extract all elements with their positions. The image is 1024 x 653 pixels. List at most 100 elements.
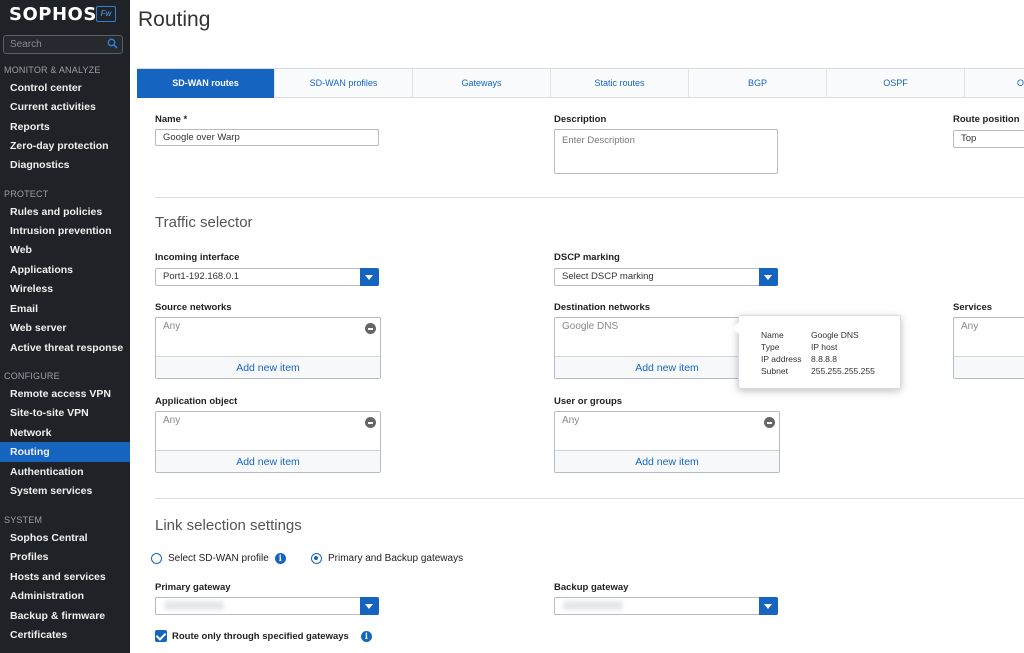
link-selection-heading: Link selection settings bbox=[155, 517, 302, 534]
redacted-value bbox=[563, 601, 623, 610]
sidebar-item-routing[interactable]: Routing bbox=[0, 442, 130, 462]
sidebar-item-web[interactable]: Web bbox=[0, 240, 130, 260]
firewall-badge: Fw bbox=[96, 6, 116, 22]
chevron-down-icon[interactable] bbox=[360, 597, 379, 615]
dscp-marking-select[interactable]: Select DSCP marking bbox=[554, 268, 778, 286]
checkbox-checked-icon[interactable] bbox=[155, 630, 167, 642]
description-textarea[interactable] bbox=[554, 129, 778, 174]
backup-gateway-select[interactable] bbox=[554, 597, 778, 615]
divider bbox=[155, 197, 1024, 198]
route-position-value: Top bbox=[961, 133, 977, 144]
add-source-network-button[interactable]: Add new item bbox=[156, 356, 380, 378]
list-item: Any bbox=[163, 321, 181, 332]
sidebar-item-profiles[interactable]: Profiles bbox=[0, 547, 130, 567]
user-or-groups-label: User or groups bbox=[554, 396, 623, 407]
dscp-marking-label: DSCP marking bbox=[554, 252, 620, 263]
sidebar-item-active-threat-response[interactable]: Active threat response bbox=[0, 338, 130, 358]
section-configure: CONFIGURE bbox=[4, 371, 60, 381]
chevron-down-icon[interactable] bbox=[759, 597, 778, 615]
redacted-value bbox=[164, 601, 224, 610]
application-object-list: Any Add new item bbox=[155, 411, 381, 473]
sidebar-item-certificates[interactable]: Certificates bbox=[0, 625, 130, 645]
radio-label: Primary and Backup gateways bbox=[328, 553, 464, 564]
radio-sd-wan-profile[interactable]: Select SD-WAN profile i bbox=[151, 553, 286, 564]
tab-ospf[interactable]: OSPF bbox=[827, 69, 965, 98]
list-item: Any bbox=[163, 415, 181, 426]
traffic-selector-heading: Traffic selector bbox=[155, 214, 253, 231]
incoming-interface-value: Port1-192.168.0.1 bbox=[163, 271, 240, 282]
description-label: Description bbox=[554, 114, 607, 125]
info-icon[interactable]: i bbox=[274, 553, 286, 564]
tab-gateways[interactable]: Gateways bbox=[413, 69, 551, 98]
add-application-object-button[interactable]: Add new item bbox=[156, 450, 380, 472]
search-box bbox=[3, 35, 123, 54]
incoming-interface-label: Incoming interface bbox=[155, 252, 240, 263]
tab-sd-wan-routes[interactable]: SD-WAN routes bbox=[137, 69, 275, 98]
sidebar-item-control-center[interactable]: Control center bbox=[0, 78, 130, 98]
page-title: Routing bbox=[138, 8, 211, 31]
chevron-down-icon[interactable] bbox=[360, 268, 379, 286]
sidebar-item-sophos-central[interactable]: Sophos Central bbox=[0, 528, 130, 548]
destination-tooltip: Name Google DNS Type IP host IP address … bbox=[732, 315, 901, 389]
sidebar-item-email[interactable]: Email bbox=[0, 299, 130, 319]
sidebar-item-site-to-site-vpn[interactable]: Site-to-site VPN bbox=[0, 403, 130, 423]
name-input[interactable] bbox=[155, 129, 379, 146]
application-object-label: Application object bbox=[155, 396, 238, 407]
sidebar-item-wireless[interactable]: Wireless bbox=[0, 279, 130, 299]
sidebar-item-network[interactable]: Network bbox=[0, 423, 130, 443]
section-protect: PROTECT bbox=[4, 189, 49, 199]
sidebar-item-current-activities[interactable]: Current activities bbox=[0, 97, 130, 117]
radio-circle[interactable] bbox=[311, 553, 322, 564]
radio-circle[interactable] bbox=[151, 553, 162, 564]
tab-static-routes[interactable]: Static routes bbox=[551, 69, 689, 98]
list-item: Any bbox=[961, 321, 979, 332]
add-user-or-group-button[interactable]: Add new item bbox=[555, 450, 779, 472]
sidebar-item-authentication[interactable]: Authentication bbox=[0, 462, 130, 482]
checkbox-label: Route only through specified gateways bbox=[172, 630, 349, 642]
sidebar-item-intrusion-prevention[interactable]: Intrusion prevention bbox=[0, 221, 130, 241]
sidebar-item-remote-access-vpn[interactable]: Remote access VPN bbox=[0, 384, 130, 404]
incoming-interface-select[interactable]: Port1-192.168.0.1 bbox=[155, 268, 379, 286]
radio-label: Select SD-WAN profile bbox=[168, 553, 269, 564]
source-networks-list: Any Add new item bbox=[155, 317, 381, 379]
primary-gateway-select[interactable] bbox=[155, 597, 379, 615]
sidebar-item-applications[interactable]: Applications bbox=[0, 260, 130, 280]
user-or-groups-list: Any Add new item bbox=[554, 411, 780, 473]
destination-networks-label: Destination networks bbox=[554, 302, 651, 313]
sidebar-item-administration[interactable]: Administration bbox=[0, 586, 130, 606]
tab-sd-wan-profiles[interactable]: SD-WAN profiles bbox=[275, 69, 413, 98]
tab-overflow[interactable]: O bbox=[965, 69, 1024, 98]
remove-icon[interactable] bbox=[764, 417, 775, 428]
route-position-label: Route position bbox=[953, 114, 1020, 125]
services-label: Services bbox=[953, 302, 993, 313]
sidebar-item-hosts-and-services[interactable]: Hosts and services bbox=[0, 567, 130, 587]
name-label: Name * bbox=[155, 114, 188, 125]
remove-icon[interactable] bbox=[365, 417, 376, 428]
tab-bgp[interactable]: BGP bbox=[689, 69, 827, 98]
route-position-select[interactable]: Top bbox=[953, 130, 1024, 148]
add-service-button[interactable] bbox=[954, 356, 1024, 378]
remove-icon[interactable] bbox=[365, 323, 376, 334]
tab-bar: SD-WAN routes SD-WAN profiles Gateways S… bbox=[137, 68, 1024, 98]
sidebar-item-web-server[interactable]: Web server bbox=[0, 318, 130, 338]
info-icon[interactable]: i bbox=[360, 630, 372, 642]
sidebar-item-rules-and-policies[interactable]: Rules and policies bbox=[0, 202, 130, 222]
search-icon[interactable] bbox=[107, 38, 118, 52]
radio-primary-backup-gateways[interactable]: Primary and Backup gateways bbox=[311, 553, 463, 564]
sidebar-item-zero-day-protection[interactable]: Zero-day protection bbox=[0, 136, 130, 156]
section-system: SYSTEM bbox=[4, 515, 43, 525]
dscp-marking-value: Select DSCP marking bbox=[562, 271, 654, 282]
sidebar-item-system-services[interactable]: System services bbox=[0, 481, 130, 501]
list-item[interactable]: Google DNS bbox=[562, 321, 618, 332]
sophos-logo: SOPHOS bbox=[9, 4, 97, 25]
services-list: Any bbox=[953, 317, 1024, 379]
backup-gateway-label: Backup gateway bbox=[554, 582, 629, 593]
sidebar-item-diagnostics[interactable]: Diagnostics bbox=[0, 155, 130, 175]
sidebar-item-reports[interactable]: Reports bbox=[0, 117, 130, 137]
route-only-specified-checkbox[interactable]: Route only through specified gateways i bbox=[155, 630, 372, 642]
sidebar-item-backup-firmware[interactable]: Backup & firmware bbox=[0, 606, 130, 626]
search-input[interactable] bbox=[10, 38, 106, 51]
source-networks-label: Source networks bbox=[155, 302, 232, 313]
chevron-down-icon[interactable] bbox=[759, 268, 778, 286]
list-item: Any bbox=[562, 415, 580, 426]
